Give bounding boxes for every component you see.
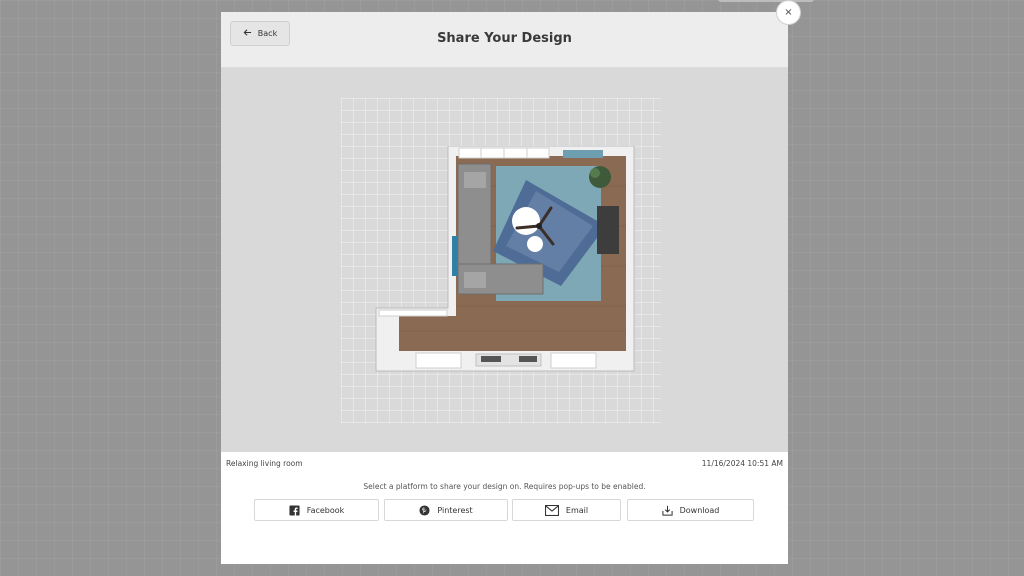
share-instruction: Select a platform to share your design o… [363,482,646,491]
facebook-button[interactable]: Facebook [254,499,379,521]
design-info: Relaxing living room 11/16/2024 10:51 AM [226,459,783,471]
share-modal: Back Share Your Design Relaxing living r… [221,12,788,564]
close-icon: × [784,7,793,18]
email-button[interactable]: Email [512,499,621,521]
design-name: Relaxing living room [226,459,303,468]
pinterest-icon [419,504,430,516]
design-date: 11/16/2024 10:51 AM [701,459,783,468]
modal-title: Share Your Design [437,31,572,46]
facebook-label: Facebook [306,505,345,515]
design-preview [221,68,788,452]
envelope-icon [544,504,559,516]
pinterest-button[interactable]: Pinterest [384,499,508,521]
background-tab [718,0,814,2]
email-label: Email [565,505,589,515]
pinterest-label: Pinterest [437,505,473,515]
download-icon [662,505,673,516]
floor-plan-image [375,146,635,372]
facebook-icon [289,504,300,516]
download-label: Download [679,505,720,515]
modal-header: Back Share Your Design [221,12,788,68]
close-button[interactable]: × [776,0,801,25]
download-button[interactable]: Download [627,499,754,521]
